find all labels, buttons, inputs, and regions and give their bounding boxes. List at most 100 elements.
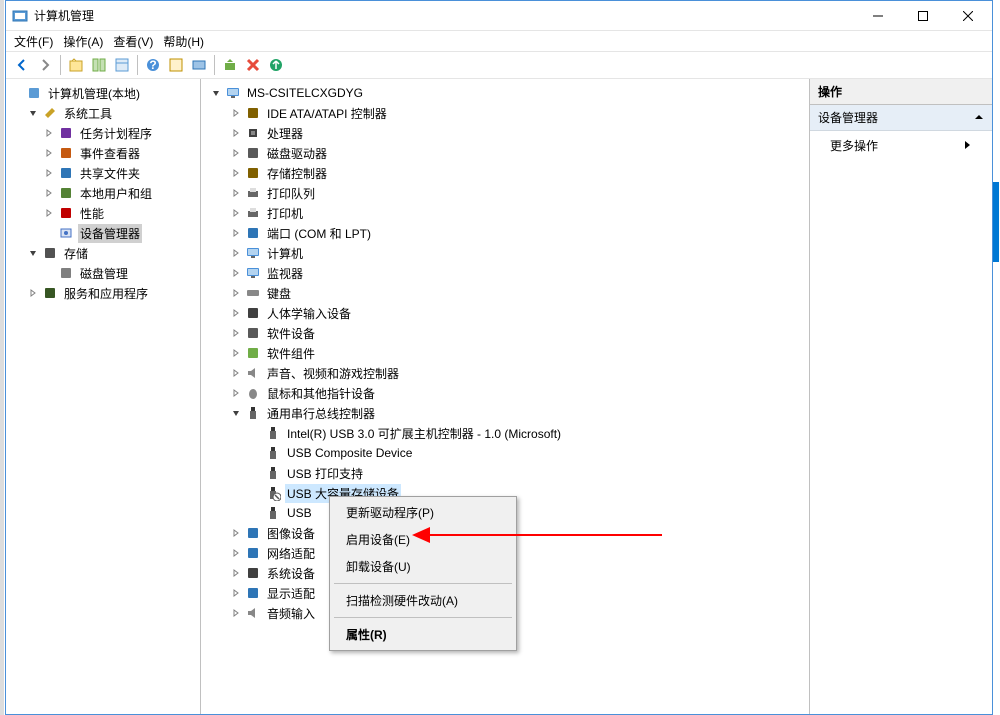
menu-view[interactable]: 查看(V) — [113, 33, 153, 50]
context-menu-item-0[interactable]: 更新驱动程序(P) — [332, 499, 514, 526]
chevron-icon[interactable] — [249, 446, 263, 460]
device-item-7[interactable]: 端口 (COM 和 LPT) — [201, 223, 809, 243]
chevron-icon[interactable] — [249, 466, 263, 480]
disable-button[interactable] — [243, 55, 263, 75]
device-item-12[interactable]: 软件设备 — [201, 323, 809, 343]
chevron-icon[interactable] — [229, 346, 243, 360]
titlebar[interactable]: 计算机管理 — [6, 1, 992, 31]
chevron-icon[interactable] — [229, 166, 243, 180]
chevron-icon[interactable] — [249, 486, 263, 500]
chevron-icon[interactable] — [229, 606, 243, 620]
device-item-6[interactable]: 打印机 — [201, 203, 809, 223]
device-item-15[interactable]: 鼠标和其他指针设备 — [201, 383, 809, 403]
chevron-icon[interactable] — [42, 266, 56, 280]
context-menu-item-4[interactable]: 扫描检测硬件改动(A) — [332, 587, 514, 614]
device-item-14[interactable]: 声音、视频和游戏控制器 — [201, 363, 809, 383]
device-item-11[interactable]: 人体学输入设备 — [201, 303, 809, 323]
chevron-icon[interactable] — [229, 326, 243, 340]
back-button[interactable] — [12, 55, 32, 75]
chevron-icon[interactable] — [42, 206, 56, 220]
chevron-icon[interactable] — [229, 406, 243, 420]
device-item-5[interactable]: 打印队列 — [201, 183, 809, 203]
device-item-1[interactable]: IDE ATA/ATAPI 控制器 — [201, 103, 809, 123]
nav-item-1[interactable]: 系统工具 — [6, 103, 200, 123]
device-item-18[interactable]: USB Composite Device — [201, 443, 809, 463]
nav-item-6[interactable]: 性能 — [6, 203, 200, 223]
chevron-icon[interactable] — [42, 166, 56, 180]
nav-item-3[interactable]: 事件查看器 — [6, 143, 200, 163]
tree-label: Intel(R) USB 3.0 可扩展主机控制器 - 1.0 (Microso… — [285, 424, 563, 443]
nav-item-9[interactable]: 磁盘管理 — [6, 263, 200, 283]
up-button[interactable] — [66, 55, 86, 75]
context-menu-item-1[interactable]: 启用设备(E) — [332, 526, 514, 553]
device-item-2[interactable]: 处理器 — [201, 123, 809, 143]
chevron-icon[interactable] — [42, 186, 56, 200]
chevron-icon[interactable] — [229, 226, 243, 240]
nav-item-0[interactable]: 计算机管理(本地) — [6, 83, 200, 103]
nav-item-8[interactable]: 存储 — [6, 243, 200, 263]
device-item-0[interactable]: MS-CSITELCXGDYG — [201, 83, 809, 103]
chevron-icon[interactable] — [229, 306, 243, 320]
nav-item-7[interactable]: 设备管理器 — [6, 223, 200, 243]
device-item-13[interactable]: 软件组件 — [201, 343, 809, 363]
chevron-icon[interactable] — [229, 386, 243, 400]
nav-item-2[interactable]: 任务计划程序 — [6, 123, 200, 143]
nav-item-5[interactable]: 本地用户和组 — [6, 183, 200, 203]
toolbar-icon-5[interactable] — [166, 55, 186, 75]
maximize-button[interactable] — [900, 1, 945, 30]
nav-item-4[interactable]: 共享文件夹 — [6, 163, 200, 183]
device-item-16[interactable]: 通用串行总线控制器 — [201, 403, 809, 423]
chevron-icon[interactable] — [229, 186, 243, 200]
context-menu-item-6[interactable]: 属性(R) — [332, 621, 514, 648]
menu-action[interactable]: 操作(A) — [63, 33, 103, 50]
chevron-icon[interactable] — [10, 86, 24, 100]
device-item-19[interactable]: USB 打印支持 — [201, 463, 809, 483]
device-item-10[interactable]: 键盘 — [201, 283, 809, 303]
actions-section[interactable]: 设备管理器 — [810, 105, 992, 131]
device-item-17[interactable]: Intel(R) USB 3.0 可扩展主机控制器 - 1.0 (Microso… — [201, 423, 809, 443]
chevron-icon[interactable] — [229, 246, 243, 260]
chevron-icon[interactable] — [42, 226, 56, 240]
chevron-icon[interactable] — [229, 546, 243, 560]
chevron-icon[interactable] — [26, 246, 40, 260]
device-item-4[interactable]: 存储控制器 — [201, 163, 809, 183]
chevron-icon[interactable] — [229, 206, 243, 220]
chevron-icon[interactable] — [209, 86, 223, 100]
chevron-icon[interactable] — [229, 526, 243, 540]
nav-item-10[interactable]: 服务和应用程序 — [6, 283, 200, 303]
close-button[interactable] — [945, 1, 990, 30]
context-menu-item-2[interactable]: 卸载设备(U) — [332, 553, 514, 580]
more-actions-item[interactable]: 更多操作 — [810, 131, 992, 160]
tree-label: 存储 — [62, 244, 90, 263]
scan-hardware-button[interactable] — [220, 55, 240, 75]
navigation-tree[interactable]: 计算机管理(本地)系统工具任务计划程序事件查看器共享文件夹本地用户和组性能设备管… — [6, 79, 201, 714]
minimize-button[interactable] — [855, 1, 900, 30]
cpu-icon — [245, 125, 261, 141]
chevron-icon[interactable] — [249, 506, 263, 520]
chevron-icon[interactable] — [42, 126, 56, 140]
chevron-icon[interactable] — [229, 126, 243, 140]
chevron-icon[interactable] — [26, 106, 40, 120]
help-button[interactable]: ? — [143, 55, 163, 75]
chevron-icon[interactable] — [229, 106, 243, 120]
chevron-icon[interactable] — [229, 566, 243, 580]
chevron-icon[interactable] — [229, 366, 243, 380]
chevron-icon[interactable] — [26, 286, 40, 300]
device-item-3[interactable]: 磁盘驱动器 — [201, 143, 809, 163]
device-item-9[interactable]: 监视器 — [201, 263, 809, 283]
menu-file[interactable]: 文件(F) — [14, 33, 53, 50]
chevron-icon[interactable] — [249, 426, 263, 440]
chevron-icon[interactable] — [229, 286, 243, 300]
device-item-8[interactable]: 计算机 — [201, 243, 809, 263]
chevron-icon[interactable] — [42, 146, 56, 160]
menu-help[interactable]: 帮助(H) — [163, 33, 204, 50]
chevron-icon[interactable] — [229, 146, 243, 160]
toolbar-icon-2[interactable] — [89, 55, 109, 75]
chevron-icon[interactable] — [229, 266, 243, 280]
toolbar-icon-6[interactable] — [189, 55, 209, 75]
chevron-icon[interactable] — [229, 586, 243, 600]
enable-button[interactable] — [266, 55, 286, 75]
toolbar-icon-3[interactable] — [112, 55, 132, 75]
forward-button[interactable] — [35, 55, 55, 75]
hid-icon — [245, 305, 261, 321]
